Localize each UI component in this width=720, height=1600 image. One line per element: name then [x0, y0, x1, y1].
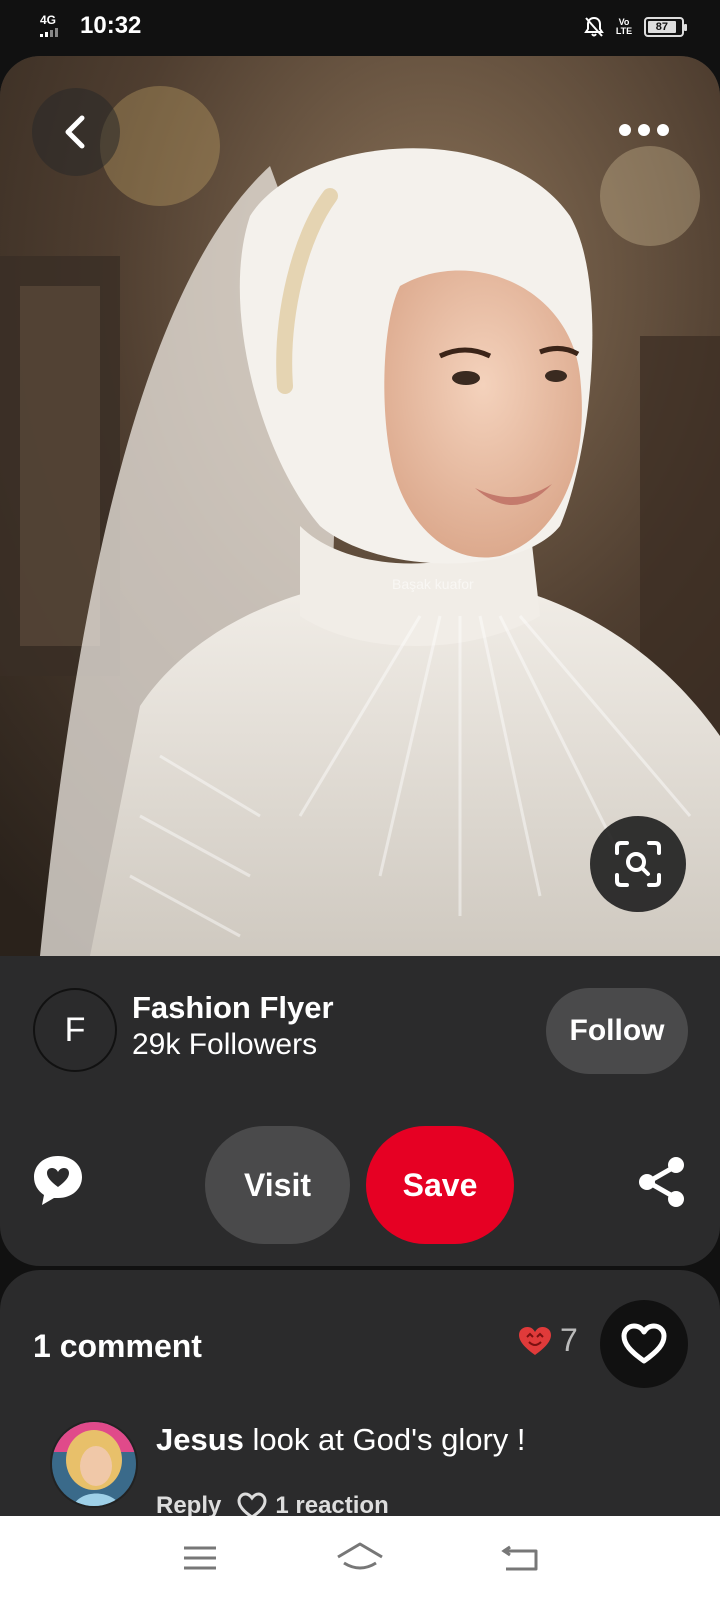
comment-button[interactable]	[30, 1152, 86, 1208]
pin-card: Başak kuafor F Fashion Flyer 29k Followe…	[0, 56, 720, 1266]
follower-count: 29k Followers	[132, 1028, 318, 1061]
save-button[interactable]: Save	[366, 1126, 514, 1244]
visual-search-button[interactable]	[590, 816, 686, 912]
comment-heart-icon	[34, 1156, 82, 1205]
commenter-photo	[52, 1422, 136, 1506]
actions-row: Visit Save	[0, 1126, 720, 1256]
bride-photo	[0, 56, 720, 956]
menu-icon	[184, 1546, 216, 1570]
creator-row: F Fashion Flyer 29k Followers Follow	[0, 956, 720, 1096]
heart-eyes-reaction-icon	[519, 1326, 551, 1355]
comment-author[interactable]: Jesus	[156, 1422, 244, 1457]
volte-indicator: Vo LTE	[615, 17, 633, 36]
reaction-summary[interactable]: 7	[518, 1322, 578, 1359]
more-options-button[interactable]	[608, 108, 680, 152]
share-button[interactable]	[636, 1156, 688, 1208]
comment-text: Jesus look at God's glory !	[156, 1422, 526, 1458]
share-icon	[639, 1157, 684, 1207]
comment-body: look at God's glory !	[252, 1422, 526, 1457]
heart-outline-icon	[621, 1323, 667, 1364]
creator-avatar[interactable]: F	[33, 988, 117, 1072]
creator-name[interactable]: Fashion Flyer	[132, 990, 334, 1026]
battery-icon: 87	[644, 17, 687, 37]
more-horizontal-icon	[619, 124, 669, 136]
home-icon	[337, 1542, 383, 1570]
reaction-count: 7	[560, 1322, 578, 1358]
comment-count[interactable]: 1 comment	[33, 1328, 202, 1365]
visual-search-icon	[615, 841, 661, 887]
commenter-avatar[interactable]	[50, 1420, 138, 1508]
chevron-left-icon	[65, 115, 85, 149]
back-button[interactable]	[32, 88, 120, 176]
status-bar: 4G 10:32 Vo LTE 87	[0, 0, 720, 56]
home-button[interactable]	[330, 1533, 390, 1583]
follow-button[interactable]: Follow	[546, 988, 688, 1074]
visit-button[interactable]: Visit	[205, 1126, 350, 1244]
pin-image[interactable]: Başak kuafor	[0, 56, 720, 956]
recent-apps-button[interactable]	[170, 1533, 230, 1583]
battery-level: 87	[648, 21, 676, 33]
mute-notifications-icon	[584, 16, 604, 37]
back-nav-button[interactable]	[490, 1533, 550, 1583]
network-type: 4G	[40, 13, 57, 27]
signal-icon	[40, 28, 58, 37]
creator-initial: F	[64, 1010, 86, 1049]
system-nav-bar	[0, 1516, 720, 1600]
back-icon	[501, 1545, 538, 1571]
watermark: Başak kuafor	[392, 576, 474, 592]
react-button[interactable]	[600, 1300, 688, 1388]
clock: 10:32	[80, 12, 142, 39]
